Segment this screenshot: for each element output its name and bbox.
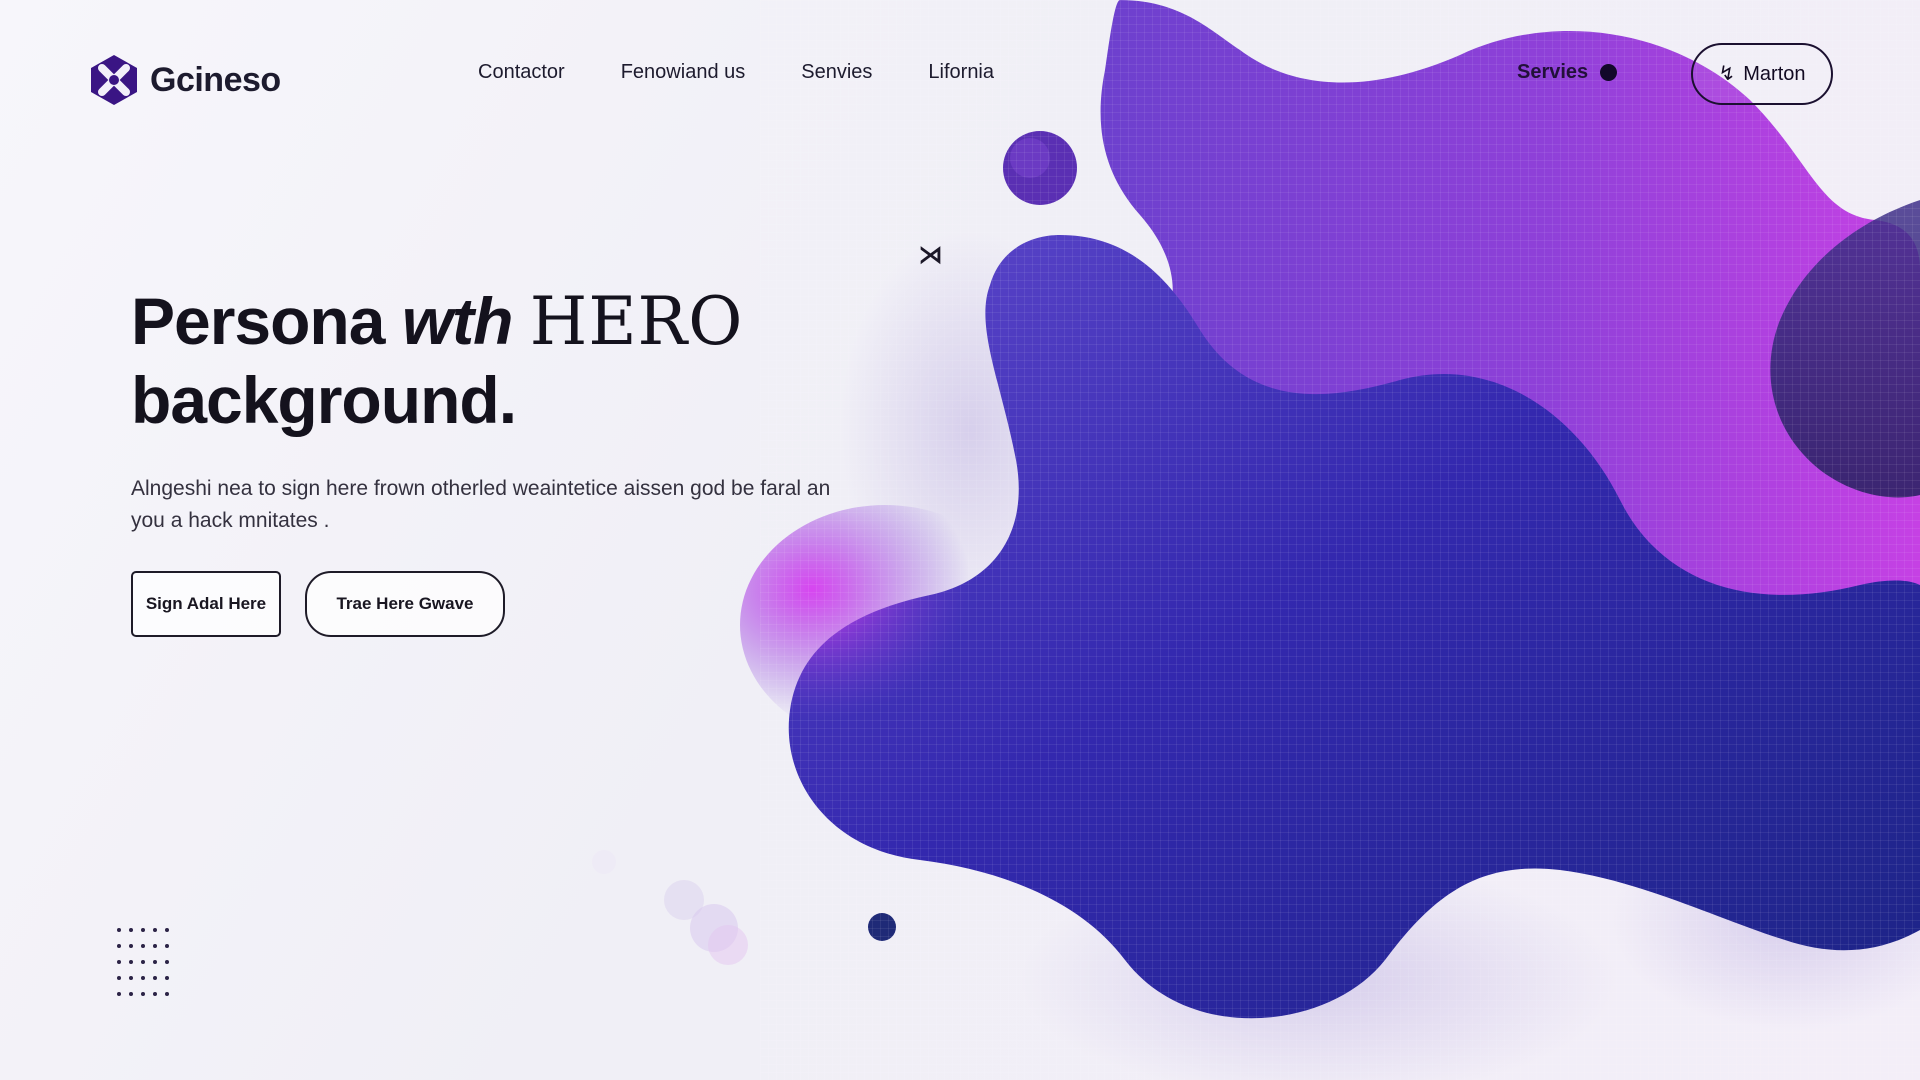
dot <box>117 976 121 980</box>
dot <box>153 944 157 948</box>
hero-title-part-1: Persona <box>131 284 385 358</box>
sign-up-button[interactable]: Sign Adal Here <box>131 571 281 637</box>
services-link-label: Servies <box>1517 61 1589 83</box>
nav-link-lifornia[interactable]: Lifornia <box>928 61 994 84</box>
cursor-icon: ⋊ <box>918 240 943 269</box>
dot <box>117 960 121 964</box>
dot <box>141 928 145 932</box>
dot <box>165 928 169 932</box>
dot <box>129 960 133 964</box>
status-dot <box>1600 64 1618 81</box>
hero-cta-row: Sign Adal Here Trae Here Gwave <box>131 571 891 637</box>
hero-title-serif-word: HERO <box>529 283 744 360</box>
dot <box>129 928 133 932</box>
nav-link-senvies[interactable]: Senvies <box>801 61 872 84</box>
landing-page: Gcineso Contactor Fenowiand us Senvies L… <box>0 0 1920 1080</box>
dot <box>165 944 169 948</box>
account-button[interactable]: ↯ Marton <box>1691 43 1833 105</box>
dot <box>141 960 145 964</box>
trial-button[interactable]: Trae Here Gwave <box>305 571 505 637</box>
dot <box>117 992 121 996</box>
dot <box>141 944 145 948</box>
dot <box>153 960 157 964</box>
account-button-label: Marton <box>1743 62 1806 85</box>
x-badge-icon <box>91 55 137 105</box>
decorative-dot-grid <box>117 928 171 998</box>
dot <box>117 928 121 932</box>
dot <box>129 944 133 948</box>
services-status-link[interactable]: Servies <box>1517 61 1618 84</box>
dot <box>141 992 145 996</box>
nav-link-contactor[interactable]: Contactor <box>478 61 565 84</box>
dot <box>165 976 169 980</box>
dot <box>165 992 169 996</box>
dot <box>153 976 157 980</box>
dot <box>153 928 157 932</box>
dot <box>129 992 133 996</box>
nav-link-fenowiand-us[interactable]: Fenowiand us <box>621 61 746 84</box>
dot <box>141 976 145 980</box>
hero-subtitle: Alngeshi nea to sign here frown otherled… <box>131 477 831 532</box>
brand-name: Gcineso <box>150 60 281 99</box>
top-navigation: Gcineso Contactor Fenowiand us Senvies L… <box>0 0 1920 160</box>
hero-title-italic-word: wth <box>401 284 514 358</box>
main-nav-links: Contactor Fenowiand us Senvies Lifornia <box>478 61 994 84</box>
dot <box>165 960 169 964</box>
hero-title: Persona wth HERO background. <box>131 282 891 439</box>
dot <box>153 992 157 996</box>
arrow-icon: ↯ <box>1718 63 1736 85</box>
brand-logo[interactable]: Gcineso <box>86 52 281 108</box>
hero-section: Persona wth HERO background. Alngeshi ne… <box>131 282 891 637</box>
hero-title-line-2: background. <box>131 363 517 437</box>
dot <box>117 944 121 948</box>
dot <box>129 976 133 980</box>
